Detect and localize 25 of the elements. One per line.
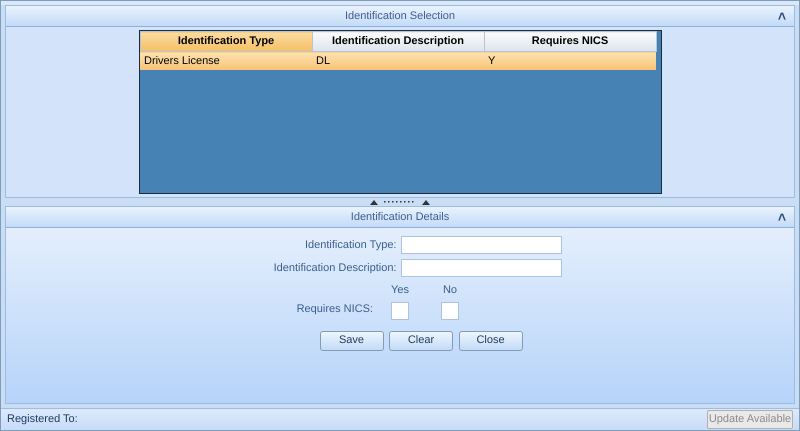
- collapse-button[interactable]: ˄: [778, 8, 786, 24]
- input-field[interactable]: [400, 259, 562, 277]
- collapse-button[interactable]: ˄: [778, 209, 786, 225]
- option-label: Yes: [391, 283, 409, 298]
- panel-title: Identification Selection: [344, 8, 456, 24]
- field-label: Identification Description:: [272, 260, 396, 276]
- table-cell: DL: [312, 52, 484, 70]
- checkbox[interactable]: [441, 302, 459, 320]
- column-header[interactable]: Identification Description: [312, 32, 484, 52]
- panel-title: Identification Details: [350, 210, 450, 225]
- table-cell: Y: [484, 52, 656, 70]
- option-label: No: [442, 283, 458, 298]
- input-field[interactable]: [400, 236, 562, 254]
- table-row[interactable]: Drivers License DL Y: [140, 52, 656, 70]
- column-header[interactable]: Requires NICS: [484, 32, 656, 52]
- field-label: Requires NICS:: [296, 302, 373, 317]
- form-button[interactable]: Save: [320, 330, 384, 350]
- table-cell: Drivers License: [140, 52, 312, 70]
- status-label: Registered To:: [7, 412, 78, 428]
- splitter-grip-icon[interactable]: [370, 199, 430, 205]
- column-header[interactable]: Identification Type: [140, 32, 312, 52]
- field-label: Identification Type:: [304, 238, 396, 253]
- checkbox[interactable]: [391, 302, 409, 320]
- form-button[interactable]: Clear: [389, 330, 453, 350]
- form-button[interactable]: Close: [458, 330, 522, 350]
